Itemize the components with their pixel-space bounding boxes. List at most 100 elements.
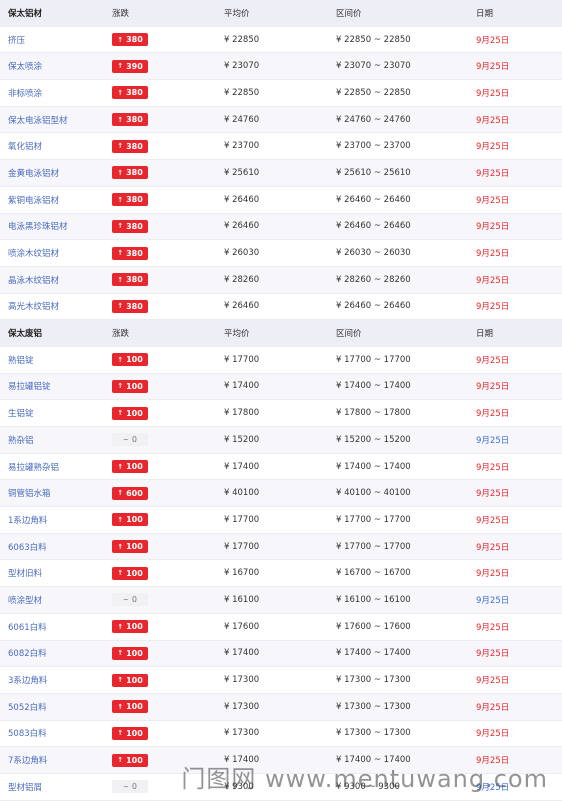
product-name-cell: 6061白料 (0, 621, 112, 633)
product-name-link[interactable]: 喷涂木纹铝材 (8, 249, 59, 259)
price-range: ¥ 22850 ~ 22850 (336, 87, 411, 98)
change-value: 380 (126, 195, 143, 205)
product-name-cell: 电泳黑珍珠铝材 (0, 220, 112, 232)
change-value: 380 (126, 88, 143, 98)
product-name-link[interactable]: 熟铝锭 (8, 356, 34, 366)
price-range: ¥ 26460 ~ 26460 (336, 194, 411, 205)
change-badge: ↑ 100 (112, 540, 148, 554)
change-value: 100 (126, 542, 143, 552)
avg-price: ¥ 17700 (224, 541, 260, 552)
change-value: 100 (126, 675, 143, 685)
date-cell: 9月25日 (476, 702, 510, 713)
table-row: 保太电泳铝型材 ↑ 380 ¥ 24760 ¥ 24760 ~ 24760 9月25日 (0, 106, 562, 134)
avg-price: ¥ 17400 (224, 648, 260, 659)
product-name-link[interactable]: 保太电泳铝型材 (8, 116, 68, 126)
product-name-cell: 非标喷涂 (0, 87, 112, 99)
product-name-link[interactable]: 6082白料 (8, 649, 47, 659)
product-name-link[interactable]: 易拉罐铝锭 (8, 382, 51, 392)
change-value: 100 (126, 462, 143, 472)
avg-price: ¥ 23700 (224, 141, 260, 152)
change-cell: ↑ 100 (112, 646, 224, 660)
price-range: ¥ 17600 ~ 17600 (336, 621, 411, 632)
date-cell: 9月25日 (476, 729, 510, 740)
product-name-link[interactable]: 型材旧料 (8, 569, 42, 579)
column-header-range: 区间价 (336, 8, 362, 19)
avg-price: ¥ 16700 (224, 568, 260, 579)
table-row: 电泳黑珍珠铝材 ↑ 380 ¥ 26460 ¥ 26460 ~ 26460 9月25日 (0, 213, 562, 241)
product-name-link[interactable]: 铜管铝水箱 (8, 489, 51, 499)
change-badge: ~0 (112, 593, 148, 607)
product-name-link[interactable]: 氧化铝材 (8, 142, 42, 152)
change-cell: ~0 (112, 433, 224, 447)
change-cell: ↑ 100 (112, 673, 224, 687)
section-title: 保太铝材 (8, 8, 43, 19)
arrow-up-icon: ↑ (117, 88, 124, 97)
product-name-link[interactable]: 电泳黑珍珠铝材 (8, 222, 68, 232)
date-cell: 9月25日 (476, 595, 510, 606)
product-name-link[interactable]: 6063白料 (8, 543, 47, 553)
avg-price: ¥ 17300 (224, 701, 260, 712)
arrow-up-icon: ↑ (117, 569, 124, 578)
change-badge: ↑ 100 (112, 646, 148, 660)
change-value: 380 (126, 275, 143, 285)
avg-price: ¥ 17400 (224, 461, 260, 472)
product-name-link[interactable]: 型材铝屑 (8, 783, 42, 793)
product-name-link[interactable]: 生铝锭 (8, 409, 34, 419)
arrow-up-icon: ↑ (117, 622, 124, 631)
table-row: 6063白料 ↑ 100 ¥ 17700 ¥ 17700 ~ 17700 9月25日 (0, 533, 562, 561)
column-header-date: 日期 (476, 329, 494, 340)
avg-price: ¥ 16100 (224, 594, 260, 605)
product-name-link[interactable]: 高光木纹铝材 (8, 302, 59, 312)
change-value: 100 (126, 755, 143, 765)
change-badge: ↑ 100 (112, 753, 148, 767)
date-cell: 9月25日 (476, 355, 510, 366)
change-value: 100 (126, 702, 143, 712)
avg-price: ¥ 17700 (224, 354, 260, 365)
change-cell: ↑ 100 (112, 379, 224, 393)
price-range: ¥ 17300 ~ 17300 (336, 675, 411, 686)
section-title: 保太废铝 (8, 329, 43, 340)
change-badge: ↑ 380 (112, 273, 148, 287)
flat-dash-icon: ~ (123, 595, 129, 604)
price-range: ¥ 17700 ~ 17700 (336, 541, 411, 552)
avg-price: ¥ 24760 (224, 114, 260, 125)
product-name-link[interactable]: 非标喷涂 (8, 89, 42, 99)
table-row: 非标喷涂 ↑ 380 ¥ 22850 ¥ 22850 ~ 22850 9月25日 (0, 80, 562, 107)
change-badge: ↑ 100 (112, 700, 148, 714)
product-name-link[interactable]: 6061白料 (8, 623, 47, 633)
arrow-up-icon: ↑ (117, 542, 124, 551)
change-badge: ↑ 100 (112, 460, 148, 474)
date-cell: 9月25日 (476, 222, 510, 233)
product-name-link[interactable]: 1系边角料 (8, 516, 47, 526)
avg-price: ¥ 17300 (224, 675, 260, 686)
product-name-link[interactable]: 熟杂铝 (8, 436, 34, 446)
product-name-cell: 熟杂铝 (0, 434, 112, 446)
price-range: ¥ 26030 ~ 26030 (336, 248, 411, 259)
table-row: 喷涂木纹铝材 ↑ 380 ¥ 26030 ¥ 26030 ~ 26030 9月25日 (0, 240, 562, 267)
product-name-link[interactable]: 易拉罐熟杂铝 (8, 463, 59, 473)
change-value: 380 (126, 301, 143, 311)
arrow-up-icon: ↑ (117, 115, 124, 124)
product-name-link[interactable]: 金黄电泳铝材 (8, 169, 59, 179)
product-name-link[interactable]: 挤压 (8, 36, 25, 46)
avg-price: ¥ 17400 (224, 381, 260, 392)
product-name-cell: 6063白料 (0, 541, 112, 553)
product-name-link[interactable]: 晶泳木纹铝材 (8, 276, 59, 286)
change-value: 380 (126, 35, 143, 45)
product-name-link[interactable]: 7系边角料 (8, 756, 47, 766)
section-header: 保太废铝 涨跌 平均价 区间价 日期 (0, 320, 562, 347)
product-name-link[interactable]: 3系边角料 (8, 676, 47, 686)
product-name-link[interactable]: 5052白料 (8, 703, 47, 713)
change-value: 380 (126, 221, 143, 231)
change-cell: ↑ 100 (112, 620, 224, 634)
product-name-link[interactable]: 保太喷涂 (8, 62, 42, 72)
change-badge: ↑ 100 (112, 726, 148, 740)
product-name-link[interactable]: 5083白料 (8, 729, 47, 739)
avg-price: ¥ 15200 (224, 434, 260, 445)
table-row: 高光木纹铝材 ↑ 380 ¥ 26460 ¥ 26460 ~ 26460 9月25日 (0, 293, 562, 321)
product-name-link[interactable]: 紫铜电泳铝材 (8, 196, 59, 206)
arrow-up-icon: ↑ (117, 729, 124, 738)
product-name-link[interactable]: 喷涂型材 (8, 596, 42, 606)
date-cell: 9月25日 (476, 649, 510, 660)
change-value: 0 (131, 435, 137, 445)
